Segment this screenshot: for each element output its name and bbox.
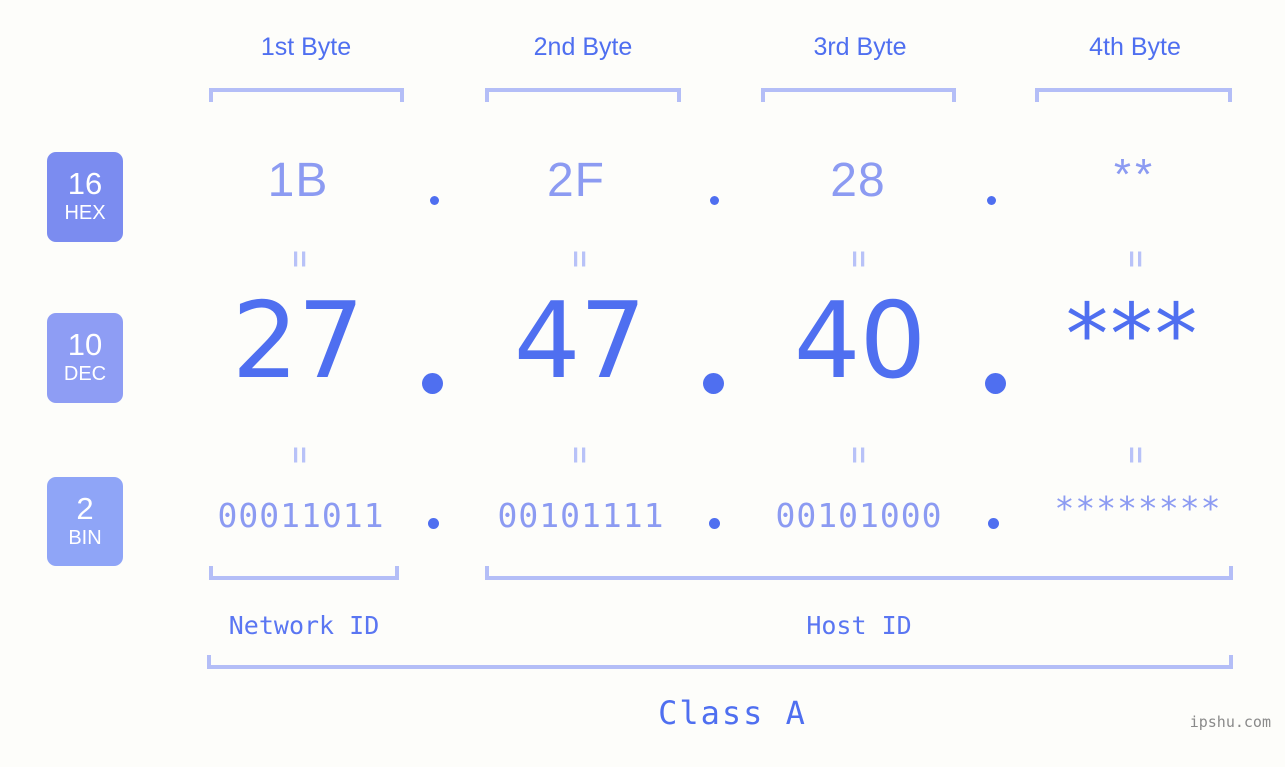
class-label: Class A — [658, 694, 807, 732]
hex-byte-3: 28 — [830, 154, 886, 207]
byte-header-2: 2nd Byte — [533, 33, 633, 61]
bin-byte-4: ******** — [1054, 489, 1222, 528]
base-badge-hex-number: 16 — [67, 166, 103, 201]
equals-marker-hex-dec-3: = — [842, 250, 875, 268]
bin-separator-3 — [988, 518, 999, 529]
base-badge-hex: 16 HEX — [47, 152, 123, 242]
byte-header-3: 3rd Byte — [813, 33, 907, 61]
base-badge-bin: 2 BIN — [47, 477, 123, 566]
base-badge-bin-label: BIN — [68, 527, 102, 549]
hex-separator-1 — [430, 196, 439, 205]
equals-marker-hex-dec-1: = — [283, 250, 316, 268]
byte-header-1: 1st Byte — [260, 33, 352, 61]
bin-byte-3: 00101000 — [775, 496, 943, 535]
equals-marker-dec-bin-4: = — [1119, 446, 1152, 464]
bin-separator-1 — [428, 518, 439, 529]
dec-byte-2: 47 — [513, 280, 647, 402]
host-id-bracket — [485, 566, 1233, 580]
base-badge-bin-number: 2 — [76, 491, 94, 526]
bin-separator-2 — [709, 518, 720, 529]
byte-header-4: 4th Byte — [1089, 33, 1181, 61]
byte-bracket-3 — [761, 88, 956, 102]
dec-separator-2 — [703, 373, 724, 394]
hex-separator-2 — [710, 196, 719, 205]
hex-separator-3 — [987, 196, 996, 205]
class-bracket — [207, 655, 1233, 669]
equals-marker-hex-dec-4: = — [1119, 250, 1152, 268]
base-badge-dec-label: DEC — [63, 363, 107, 385]
dec-byte-3: 40 — [793, 280, 927, 402]
base-badge-dec: 10 DEC — [47, 313, 123, 403]
byte-bracket-2 — [485, 88, 681, 102]
bin-byte-2: 00101111 — [497, 496, 665, 535]
equals-marker-dec-bin-3: = — [842, 446, 875, 464]
ip-address-diagram: 1st Byte 2nd Byte 3rd Byte 4th Byte 16 H… — [0, 0, 1285, 767]
host-id-label: Host ID — [806, 611, 912, 640]
network-id-bracket — [209, 566, 399, 580]
byte-bracket-4 — [1035, 88, 1232, 102]
dec-byte-1: 27 — [231, 280, 365, 402]
equals-marker-dec-bin-1: = — [283, 446, 316, 464]
dec-separator-3 — [985, 373, 1006, 394]
bin-byte-1: 00011011 — [217, 496, 385, 535]
hex-byte-4: ** — [1113, 150, 1157, 199]
equals-marker-hex-dec-2: = — [563, 250, 596, 268]
site-watermark: ipshu.com — [1189, 713, 1271, 731]
equals-marker-dec-bin-2: = — [563, 446, 596, 464]
dec-byte-4: *** — [1065, 286, 1200, 385]
base-badge-hex-label: HEX — [64, 202, 106, 224]
hex-byte-2: 2F — [546, 154, 605, 207]
hex-byte-1: 1B — [267, 154, 329, 207]
network-id-label: Network ID — [228, 611, 380, 640]
byte-bracket-1 — [209, 88, 404, 102]
dec-separator-1 — [422, 373, 443, 394]
base-badge-dec-number: 10 — [67, 327, 103, 362]
